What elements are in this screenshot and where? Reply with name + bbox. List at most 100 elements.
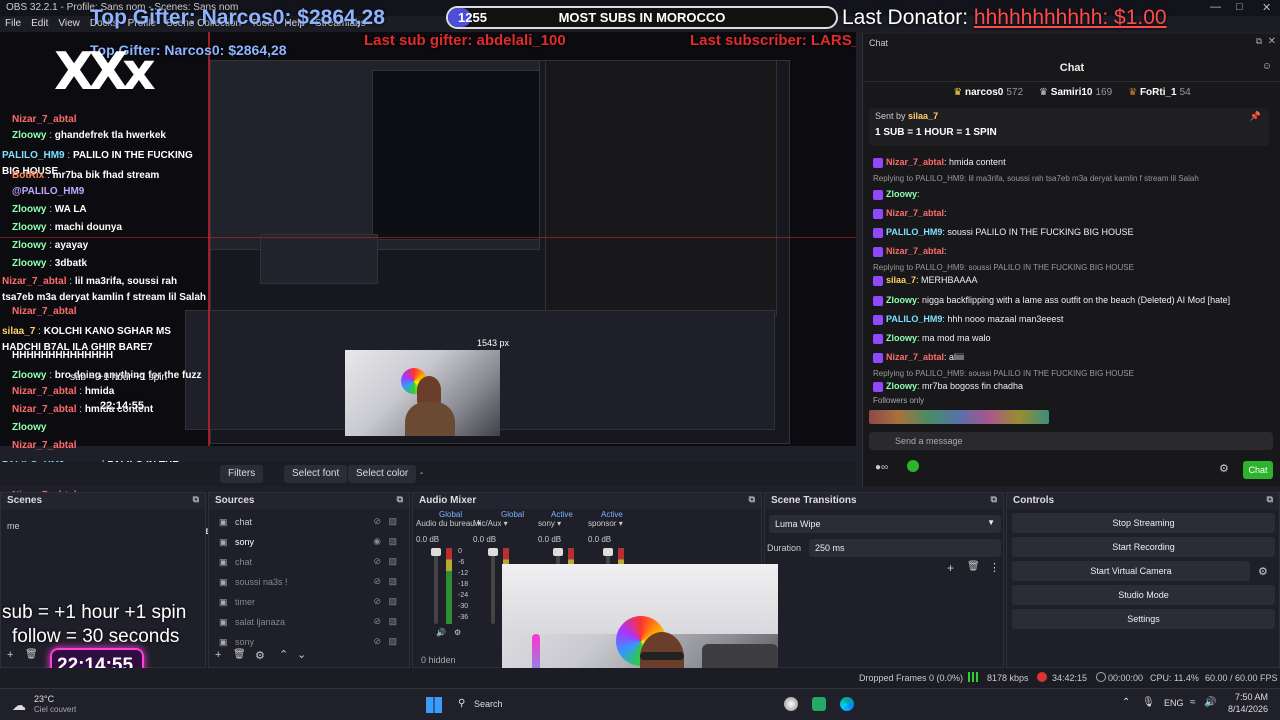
top-supporter[interactable]: ♛ narcos0 572	[953, 87, 1023, 98]
edge-taskbar-icon[interactable]	[840, 697, 854, 711]
chat-send-button[interactable]: Chat	[1243, 461, 1273, 479]
channel-points-icon[interactable]: ●∞	[875, 462, 888, 473]
lock-icon[interactable]: ▨	[388, 636, 397, 647]
message-username[interactable]: PALILO_HM9	[886, 314, 942, 324]
channel-settings-icon[interactable]: ⚙	[454, 628, 461, 637]
users-icon[interactable]: ☺	[1262, 61, 1272, 72]
eye-off-icon[interactable]: ⊘	[373, 636, 381, 647]
scene-item[interactable]: me	[3, 519, 203, 533]
dock-float-icon[interactable]: ⧉	[991, 494, 997, 505]
source-item[interactable]: ▣ timer ⊘ ▨	[213, 593, 403, 613]
eye-off-icon[interactable]: ⊘	[373, 576, 381, 587]
message-username[interactable]: Nizar_7_abtal	[886, 246, 944, 256]
channel-chevron-icon[interactable]: ▾	[555, 519, 561, 528]
volume-icon[interactable]: 🔊	[436, 628, 446, 637]
top-supporter[interactable]: ♛ Samiri10 169	[1039, 87, 1112, 98]
channel-chevron-icon[interactable]: ▾	[501, 519, 508, 528]
lock-icon[interactable]: ▨	[388, 536, 397, 547]
more-options-icon[interactable]: ⋮	[989, 561, 1000, 574]
pin-icon[interactable]: 📌	[1250, 111, 1261, 122]
volume-fader[interactable]	[488, 548, 498, 624]
lock-icon[interactable]: ▨	[388, 616, 397, 627]
microphone-icon[interactable]: 🎙	[1142, 697, 1155, 708]
message-username[interactable]: Nizar_7_abtal	[886, 208, 944, 218]
chat-input[interactable]: Send a message	[869, 432, 1273, 450]
source-item[interactable]: ▣ chat ⊘ ▨	[213, 553, 403, 573]
eye-off-icon[interactable]: ⊘	[373, 596, 381, 607]
eye-off-icon[interactable]: ⊘	[373, 516, 381, 527]
message-username[interactable]: Nizar_7_abtal	[886, 157, 944, 167]
app-taskbar-icon[interactable]	[812, 697, 826, 711]
close-icon[interactable]: ✕	[1262, 1, 1271, 14]
volume-fader[interactable]	[431, 548, 441, 624]
source-item[interactable]: ▣ chat ⊘ ▨	[213, 513, 403, 533]
top-supporter[interactable]: ♛ FoRti_1 54	[1128, 87, 1191, 98]
lock-icon[interactable]: ▨	[388, 516, 397, 527]
weather-icon[interactable]: ☁	[12, 697, 26, 714]
move-up-icon[interactable]: ⌃	[279, 648, 288, 661]
fader-handle[interactable]	[553, 548, 563, 556]
dock-float-icon[interactable]: ⧉	[1267, 494, 1273, 505]
tray-chevron-icon[interactable]: ⌃	[1122, 697, 1130, 708]
clock-date[interactable]: 8/14/2026	[1210, 704, 1268, 714]
message-username[interactable]: Nizar_7_abtal	[886, 352, 944, 362]
select-color-button[interactable]: Select color	[348, 465, 417, 483]
stop-streaming-button[interactable]: Stop Streaming	[1012, 513, 1275, 533]
message-username[interactable]: Zloowy	[886, 381, 917, 391]
menu-item[interactable]: File	[0, 16, 26, 31]
remove-transition-icon[interactable]: 🗑	[967, 561, 980, 572]
eye-icon[interactable]: ◉	[373, 536, 381, 547]
wifi-icon[interactable]: ≈	[1190, 697, 1196, 708]
emote-row[interactable]	[869, 410, 1049, 424]
source-item[interactable]: ▣ soussi na3s ! ⊘ ▨	[213, 573, 403, 593]
source-item[interactable]: ▣ salat ljanaza ⊘ ▨	[213, 613, 403, 633]
chat-dock-tab[interactable]: Chat	[869, 38, 888, 48]
source-settings-icon[interactable]: ⚙	[255, 649, 265, 662]
dock-close-icon[interactable]: ✕	[1268, 36, 1276, 47]
minimize-icon[interactable]: —	[1210, 1, 1221, 13]
eye-off-icon[interactable]: ⊘	[373, 556, 381, 567]
select-font-button[interactable]: Select font	[284, 465, 348, 483]
maximize-icon[interactable]: □	[1236, 1, 1243, 13]
menu-item[interactable]: Edit	[26, 16, 53, 31]
fader-handle[interactable]	[431, 548, 441, 556]
transition-select[interactable]: Luma Wipe ▼	[769, 515, 1001, 533]
dock-float-icon[interactable]: ⧉	[749, 494, 755, 505]
dock-float-icon[interactable]: ⧉	[397, 494, 403, 505]
message-username[interactable]: Zloowy	[886, 295, 917, 305]
start-virtual-camera-button[interactable]: Start Virtual Camera	[1012, 561, 1250, 581]
dock-float-icon[interactable]: ⧉	[193, 494, 199, 505]
start-icon[interactable]	[426, 697, 442, 713]
message-username[interactable]: silaa_7	[886, 275, 916, 285]
lock-icon[interactable]: ▨	[388, 596, 397, 607]
virtual-camera-settings-icon[interactable]: ⚙	[1258, 565, 1268, 578]
message-username[interactable]: Zloowy	[886, 189, 917, 199]
dock-float-icon[interactable]: ⧉	[1256, 36, 1262, 47]
obs-taskbar-icon[interactable]	[784, 697, 798, 711]
eye-off-icon[interactable]: ⊘	[373, 616, 381, 627]
message-username[interactable]: PALILO_HM9	[886, 227, 942, 237]
settings-gear-icon[interactable]: ⚙	[1219, 462, 1229, 475]
message-username[interactable]: Zloowy	[886, 333, 917, 343]
settings-button[interactable]: Settings	[1012, 609, 1275, 629]
channel-chevron-icon[interactable]: ▾	[616, 519, 623, 528]
remove-source-icon[interactable]: 🗑	[233, 649, 246, 660]
duration-input[interactable]: 250 ms	[809, 539, 1001, 557]
add-transition-icon[interactable]: +	[947, 561, 954, 575]
fader-handle[interactable]	[603, 548, 613, 556]
start-recording-button[interactable]: Start Recording	[1012, 537, 1275, 557]
language-indicator[interactable]: ENG	[1164, 698, 1184, 708]
studio-mode-button[interactable]: Studio Mode	[1012, 585, 1275, 605]
lock-icon[interactable]: ▨	[388, 576, 397, 587]
menu-item[interactable]: View	[53, 16, 85, 31]
lock-icon[interactable]: ▨	[388, 556, 397, 567]
emote-icon[interactable]	[907, 460, 919, 472]
remove-scene-icon[interactable]: 🗑	[25, 649, 38, 660]
search-box[interactable]: ⚲ Search	[452, 695, 503, 715]
filters-button[interactable]: Filters	[220, 465, 264, 483]
fader-handle[interactable]	[488, 548, 498, 556]
add-scene-icon[interactable]: +	[7, 649, 13, 661]
add-source-icon[interactable]: +	[215, 649, 221, 661]
clock-time[interactable]: 7:50 AM	[1210, 692, 1268, 702]
move-down-icon[interactable]: ⌄	[297, 648, 306, 661]
